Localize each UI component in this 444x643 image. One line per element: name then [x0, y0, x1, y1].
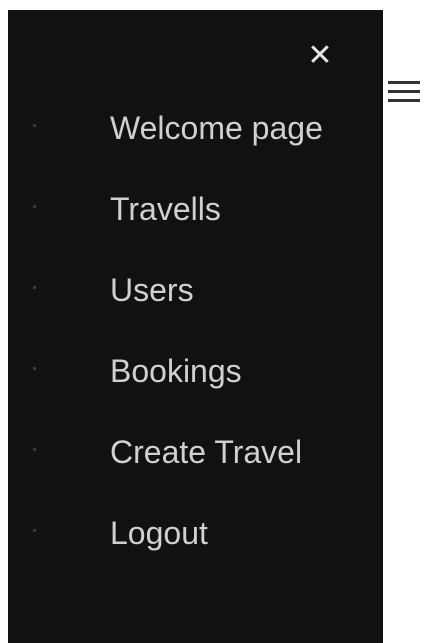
- sidebar-item-bookings[interactable]: Bookings: [8, 341, 383, 422]
- bullet-icon: [33, 124, 36, 127]
- sidebar-item-logout[interactable]: Logout: [8, 503, 383, 584]
- sidebar-item-welcome-page[interactable]: Welcome page: [8, 98, 383, 179]
- hamburger-menu-icon[interactable]: [388, 78, 420, 106]
- bullet-icon: [33, 367, 36, 370]
- bullet-icon: [33, 448, 36, 451]
- sidebar-item-create-travel[interactable]: Create Travel: [8, 422, 383, 503]
- bullet-icon: [33, 286, 36, 289]
- sidebar-item-label: Logout: [110, 515, 208, 551]
- sidebar-item-label: Users: [110, 272, 194, 308]
- hamburger-bar: [388, 99, 420, 102]
- bullet-icon: [33, 205, 36, 208]
- page: ✕ Welcome page Travells Users Bookings C…: [0, 0, 444, 643]
- bullet-icon: [33, 529, 36, 532]
- sidebar-nav: ✕ Welcome page Travells Users Bookings C…: [8, 10, 383, 643]
- sidebar-item-label: Travells: [110, 191, 221, 227]
- sidebar-item-label: Bookings: [110, 353, 242, 389]
- sidebar-item-users[interactable]: Users: [8, 260, 383, 341]
- sidebar-item-travells[interactable]: Travells: [8, 179, 383, 260]
- sidebar-menu: Welcome page Travells Users Bookings Cre…: [8, 98, 383, 584]
- sidebar-item-label: Welcome page: [110, 110, 323, 146]
- hamburger-bar: [388, 81, 420, 84]
- hamburger-bar: [388, 90, 420, 93]
- close-icon[interactable]: ✕: [302, 38, 338, 74]
- sidebar-item-label: Create Travel: [110, 434, 303, 470]
